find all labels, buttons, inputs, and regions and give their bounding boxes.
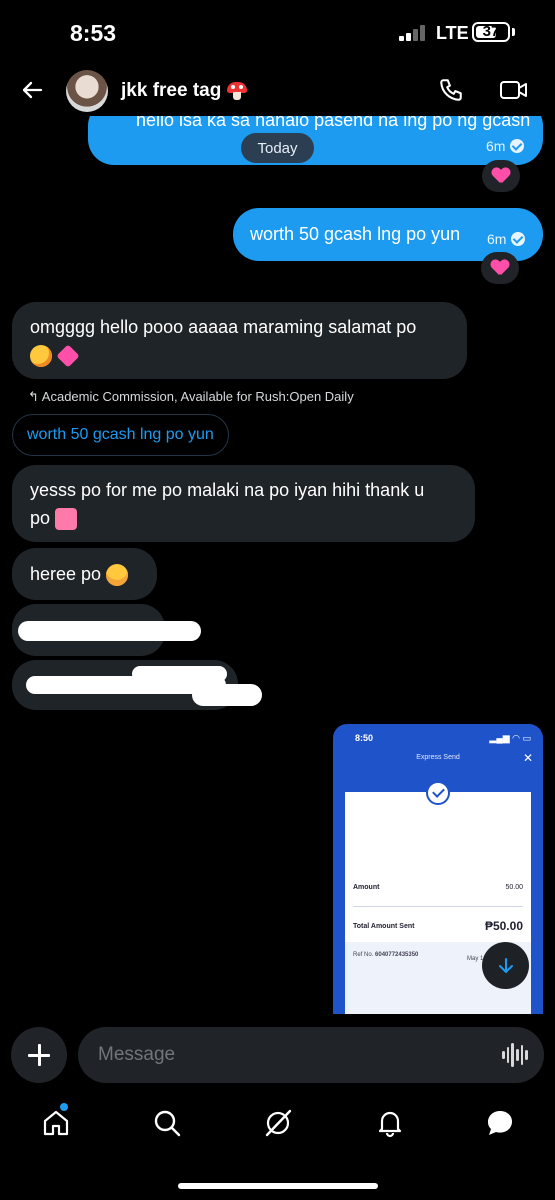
message-time: 6m: [487, 231, 507, 247]
ref-date: May 1: [467, 956, 484, 962]
battery-icon: 37: [472, 22, 510, 42]
redaction-mark: [18, 621, 201, 641]
message-incoming-redacted[interactable]: [12, 604, 201, 656]
video-camera-icon[interactable]: [499, 78, 529, 102]
message-incoming[interactable]: omgggg hello pooo aaaaa maraming salamat…: [12, 302, 467, 379]
attachment-title: Express Send: [416, 754, 460, 761]
message-text: omgggg hello pooo aaaaa maraming salamat…: [30, 317, 417, 337]
battery-level: 37: [482, 23, 500, 40]
redaction-mark: [132, 666, 227, 682]
avatar[interactable]: [66, 70, 108, 112]
message-incoming-redacted[interactable]: [12, 660, 262, 710]
message-text-continued: po: [30, 508, 51, 528]
quoted-message[interactable]: worth 50 gcash lng po yun: [12, 414, 229, 456]
search-icon[interactable]: [152, 1108, 182, 1138]
reply-arrow-icon: ↰: [28, 389, 42, 404]
unread-indicator: [60, 1103, 68, 1111]
total-row: Total Amount Sent ₱50.00: [353, 919, 523, 933]
chat-header: jkk free tag: [0, 66, 555, 116]
home-icon[interactable]: [41, 1108, 71, 1138]
message-incoming[interactable]: heree po: [12, 548, 157, 600]
mushroom-icon: [227, 81, 248, 100]
reaction-heart[interactable]: [481, 252, 519, 284]
message-input[interactable]: [98, 1027, 478, 1083]
message-meta: 6m: [487, 231, 526, 247]
verified-check-icon: [510, 139, 525, 153]
bottom-navigation: [0, 1094, 555, 1160]
add-attachment-button[interactable]: [11, 1027, 67, 1083]
message-text: heree po: [30, 564, 102, 584]
heart-icon: [491, 260, 509, 276]
battery-tip: [512, 28, 515, 36]
reply-context[interactable]: ↰ Academic Commission, Available for Rus…: [28, 389, 354, 405]
status-time: 8:53: [70, 20, 117, 46]
back-arrow-icon[interactable]: [20, 78, 44, 102]
phone-icon[interactable]: [438, 77, 464, 103]
message-text: yesss po for me po malaki na po iyan hih…: [30, 480, 425, 500]
date-separator: Today: [241, 133, 314, 163]
heart-icon: [492, 168, 510, 184]
total-label: Total Amount Sent: [353, 922, 415, 930]
amount-value: 50.00: [505, 884, 523, 891]
receipt-divider: [353, 906, 523, 907]
status-bar: 8:53 LTE 37: [0, 0, 555, 66]
ref-row: Ref No. 6040772435350: [353, 952, 418, 958]
heart-ribbon-emoji-icon: [55, 508, 78, 531]
ref-value: 6040772435350: [375, 952, 419, 958]
verified-check-icon: [511, 232, 526, 246]
smiling-hearts-emoji-icon: [30, 345, 52, 368]
hugging-face-emoji-icon: [106, 564, 129, 587]
message-meta: 6m: [486, 138, 525, 154]
chat-name-text: jkk free tag: [121, 80, 222, 101]
voice-message-icon[interactable]: [502, 1043, 529, 1067]
attachment-status-time: 8:50: [355, 733, 374, 743]
message-composer[interactable]: [78, 1027, 544, 1083]
chat-title[interactable]: jkk free tag: [121, 80, 248, 102]
network-label: LTE: [436, 23, 469, 43]
ref-label: Ref No.: [353, 952, 374, 958]
message-incoming[interactable]: yesss po for me po malaki na po iyan hih…: [12, 465, 475, 542]
arrow-down-icon: [498, 957, 513, 973]
messages-icon[interactable]: [485, 1108, 515, 1138]
close-icon: ✕: [522, 751, 533, 765]
reaction-heart[interactable]: [482, 160, 520, 192]
sparkling-heart-emoji-icon: [56, 344, 80, 368]
amount-label: Amount: [353, 884, 380, 891]
amount-row: Amount 50.00: [353, 884, 523, 891]
notifications-icon[interactable]: [375, 1108, 405, 1138]
reply-context-text: Academic Commission, Available for Rush:…: [41, 389, 354, 404]
scroll-to-bottom-button[interactable]: [482, 942, 529, 989]
attachment-status-icons: ▂▄▆ ◠ ▭: [489, 733, 531, 743]
total-value: ₱50.00: [484, 919, 523, 933]
message-text: worth 50 gcash lng po yun: [250, 224, 461, 244]
message-emojis: [30, 341, 449, 369]
success-check-icon: [426, 781, 450, 805]
redaction-mark: [192, 684, 262, 706]
grok-icon[interactable]: [263, 1108, 293, 1138]
signal-icon: [399, 25, 427, 41]
home-indicator: [178, 1183, 378, 1189]
message-time: 6m: [486, 138, 506, 154]
